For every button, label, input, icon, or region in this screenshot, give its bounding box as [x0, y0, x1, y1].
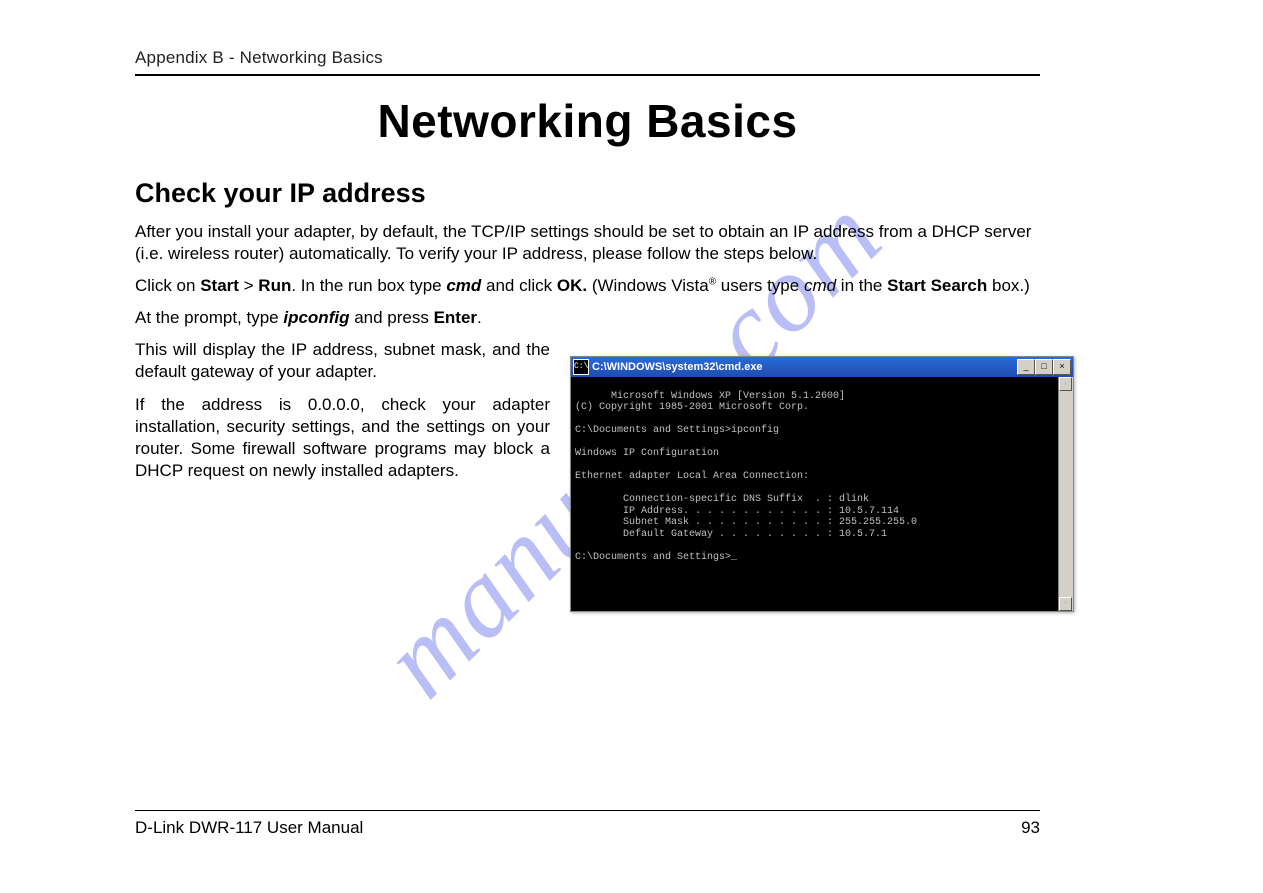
text: (Windows Vista [587, 276, 709, 295]
paragraph-display: This will display the IP address, subnet… [135, 339, 550, 383]
footer-page-number: 93 [1021, 818, 1040, 838]
cmd-title-text: C:\WINDOWS\system32\cmd.exe [592, 361, 1017, 373]
footer-manual-title: D-Link DWR-117 User Manual [135, 818, 363, 838]
paragraph-zero-address: If the address is 0.0.0.0, check your ad… [135, 394, 550, 482]
maximize-button[interactable]: □ [1035, 359, 1053, 375]
section-heading: Check your IP address [135, 178, 1040, 209]
text: . [477, 308, 482, 327]
minimize-button[interactable]: _ [1017, 359, 1035, 375]
text-bold-italic-ipconfig: ipconfig [283, 308, 349, 327]
scroll-up-icon[interactable]: ▴ [1059, 377, 1072, 391]
text-bold-start-search: Start Search [887, 276, 987, 295]
text-bold-start: Start [200, 276, 239, 295]
cmd-scrollbar[interactable]: ▴ ▾ [1058, 377, 1073, 611]
page-title: Networking Basics [135, 94, 1040, 148]
registered-mark: ® [709, 277, 716, 288]
cmd-window: C:\ C:\WINDOWS\system32\cmd.exe _ □ × Mi… [570, 356, 1074, 612]
header-rule [135, 74, 1040, 76]
text-bold-run: Run [258, 276, 291, 295]
text: . In the run box type [291, 276, 446, 295]
text: At the prompt, type [135, 308, 283, 327]
manual-page: manualzz.com Appendix B - Networking Bas… [0, 0, 1263, 893]
text-bold-ok: OK. [557, 276, 587, 295]
text: Click on [135, 276, 200, 295]
cmd-titlebar: C:\ C:\WINDOWS\system32\cmd.exe _ □ × [571, 357, 1073, 377]
paragraph-intro: After you install your adapter, by defau… [135, 221, 1040, 265]
footer-rule [135, 810, 1040, 811]
cmd-icon: C:\ [573, 359, 589, 375]
text: box.) [987, 276, 1030, 295]
cmd-window-buttons: _ □ × [1017, 359, 1071, 375]
paragraph-ipconfig: At the prompt, type ipconfig and press E… [135, 307, 1040, 329]
text: users type [716, 276, 804, 295]
close-button[interactable]: × [1053, 359, 1071, 375]
text-bold-italic-cmd: cmd [446, 276, 481, 295]
cmd-output: Microsoft Windows XP [Version 5.1.2600] … [571, 377, 1073, 611]
text: in the [836, 276, 887, 295]
text: and press [349, 308, 433, 327]
text: > [239, 276, 258, 295]
scroll-down-icon[interactable]: ▾ [1059, 597, 1072, 611]
cmd-output-text: Microsoft Windows XP [Version 5.1.2600] … [575, 391, 917, 563]
text-bold-enter: Enter [434, 308, 477, 327]
text: and click [481, 276, 557, 295]
paragraph-run-cmd: Click on Start > Run. In the run box typ… [135, 275, 1040, 297]
text-italic-cmd: cmd [804, 276, 836, 295]
appendix-label: Appendix B - Networking Basics [135, 48, 1040, 68]
